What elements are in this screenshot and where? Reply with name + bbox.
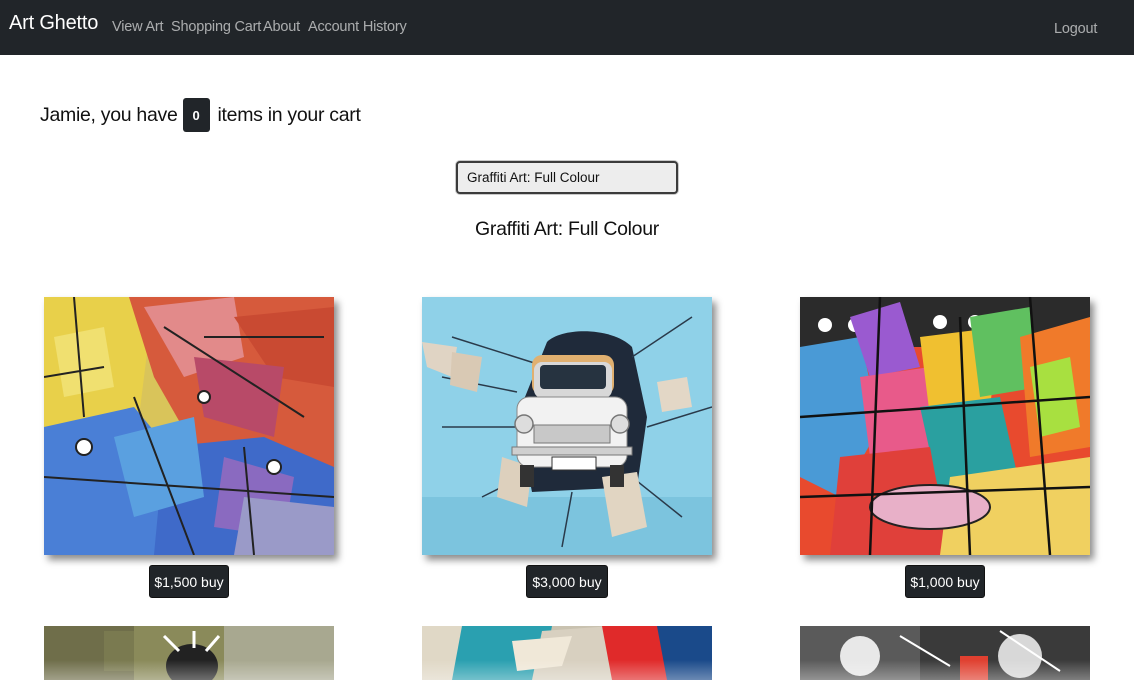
artwork-image[interactable]: [44, 626, 334, 680]
cart-count-badge: 0: [182, 98, 210, 132]
nav-about[interactable]: About: [263, 19, 300, 35]
nav-view-art[interactable]: View Art: [112, 19, 164, 35]
cart-suffix: items in your cart: [217, 103, 361, 126]
category-title: Graffiti Art: Full Colour: [475, 218, 659, 240]
buy-button[interactable]: $1,000 buy: [905, 565, 985, 598]
artwork-image[interactable]: [800, 297, 1090, 555]
artwork-image[interactable]: [422, 297, 712, 555]
logout-link[interactable]: Logout: [1054, 21, 1097, 37]
cart-status: Jamie, you have 0 items in your cart: [40, 98, 361, 132]
nav-account-history[interactable]: Account History: [308, 19, 407, 35]
nav-shopping-cart[interactable]: Shopping Cart: [171, 19, 261, 35]
artwork-image[interactable]: [422, 626, 712, 680]
cart-prefix: Jamie, you have: [40, 103, 178, 126]
artwork-image[interactable]: [44, 297, 334, 555]
buy-button[interactable]: $3,000 buy: [526, 565, 608, 598]
brand-logo[interactable]: Art Ghetto: [9, 12, 98, 35]
buy-button[interactable]: $1,500 buy: [149, 565, 229, 598]
artwork-image[interactable]: [800, 626, 1090, 680]
category-select[interactable]: Graffiti Art: Full Colour: [456, 161, 678, 194]
top-navbar: Art Ghetto View Art Shopping Cart About …: [0, 0, 1134, 55]
